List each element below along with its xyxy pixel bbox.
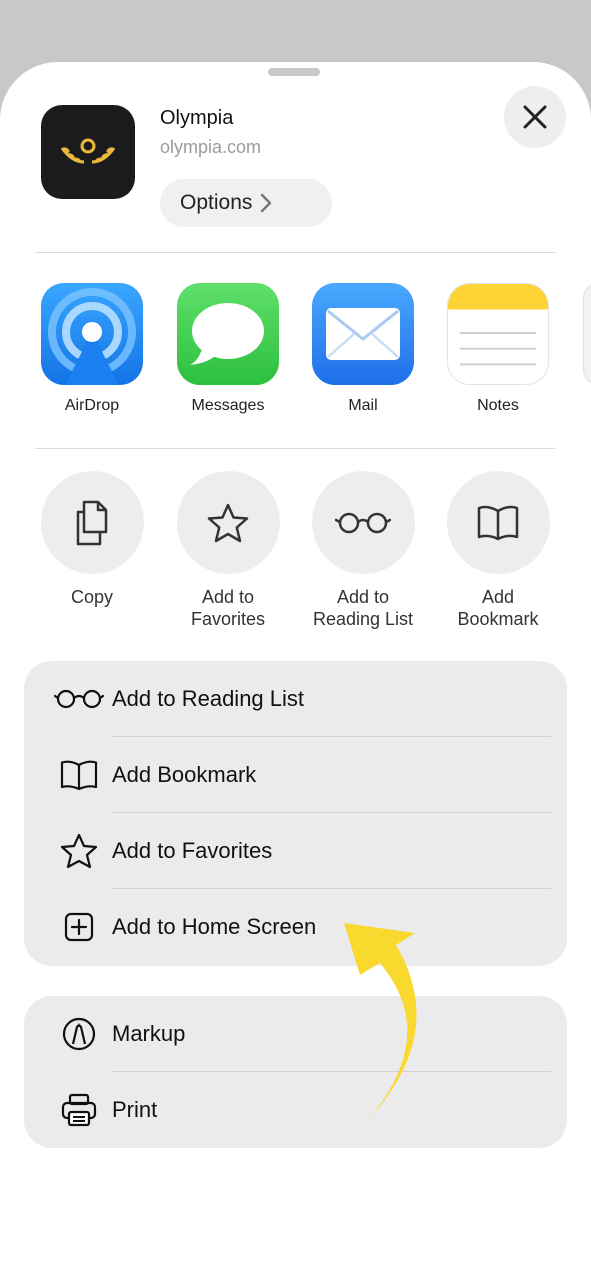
action-add-to-reading-list[interactable]: Add to Reading List	[298, 471, 428, 630]
share-app-more-peek[interactable]	[583, 283, 591, 385]
menu-group-primary: Add to Reading List Add Bookmark Add to …	[24, 661, 567, 966]
header-divider	[35, 252, 555, 253]
menu-item-label: Add to Home Screen	[112, 914, 317, 939]
menu-group-secondary: Markup Print	[24, 996, 567, 1148]
printer-icon	[54, 1090, 104, 1130]
airdrop-icon	[41, 283, 143, 385]
apps-divider	[35, 448, 555, 449]
share-app-notes[interactable]: Notes	[446, 283, 550, 415]
close-button[interactable]	[504, 86, 566, 148]
action-label: Add to Reading List	[312, 587, 414, 629]
plus-square-icon	[54, 907, 104, 947]
action-label: Copy	[70, 587, 114, 607]
menu-item-add-to-home-screen[interactable]: Add to Home Screen	[24, 889, 567, 965]
share-app-mail[interactable]: Mail	[311, 283, 415, 415]
menu-item-markup[interactable]: Markup	[24, 996, 567, 1072]
options-label: Options	[180, 191, 253, 214]
menu-item-print[interactable]: Print	[24, 1072, 567, 1148]
share-app-label: Messages	[191, 397, 265, 414]
site-app-icon	[41, 105, 135, 199]
action-copy[interactable]: Copy	[27, 471, 157, 608]
star-icon	[176, 471, 280, 574]
star-icon	[54, 831, 104, 871]
messages-icon	[177, 283, 279, 385]
share-app-messages[interactable]: Messages	[176, 283, 280, 415]
share-app-label: AirDrop	[64, 397, 120, 414]
menu-item-label: Add to Reading List	[112, 686, 305, 711]
menu-item-label: Markup	[112, 1021, 186, 1046]
book-icon	[54, 755, 104, 795]
share-sheet: Olympia olympia.com Options AirDrop Mess…	[0, 62, 591, 1280]
chevron-right-icon	[260, 193, 272, 213]
glasses-icon	[54, 679, 104, 719]
menu-item-add-to-reading-list[interactable]: Add to Reading List	[24, 661, 567, 737]
options-button[interactable]: Options	[160, 179, 332, 227]
site-title: Olympia	[160, 107, 234, 129]
share-app-airdrop[interactable]: AirDrop	[40, 283, 144, 415]
menu-item-add-to-favorites[interactable]: Add to Favorites	[24, 813, 567, 889]
action-label: Add to Favorites	[190, 587, 266, 629]
glasses-icon	[311, 471, 415, 574]
sheet-grabber[interactable]	[268, 68, 320, 76]
share-app-label: Mail	[348, 397, 378, 414]
book-icon	[446, 471, 550, 574]
share-app-label: Notes	[477, 397, 519, 414]
action-add-to-favorites[interactable]: Add to Favorites	[163, 471, 293, 630]
action-add-bookmark[interactable]: Add Bookmark	[433, 471, 563, 630]
markup-icon	[54, 1014, 104, 1054]
close-icon	[523, 105, 547, 129]
action-label: Add Bookmark	[457, 587, 539, 629]
notes-icon	[447, 283, 549, 385]
olympia-logo-icon	[60, 138, 116, 164]
menu-item-label: Print	[112, 1097, 158, 1122]
mail-icon	[312, 283, 414, 385]
menu-item-add-bookmark[interactable]: Add Bookmark	[24, 737, 567, 813]
menu-item-label: Add to Favorites	[112, 838, 273, 863]
site-url: olympia.com	[160, 137, 262, 157]
copy-icon	[40, 471, 144, 574]
menu-item-label: Add Bookmark	[112, 762, 257, 787]
